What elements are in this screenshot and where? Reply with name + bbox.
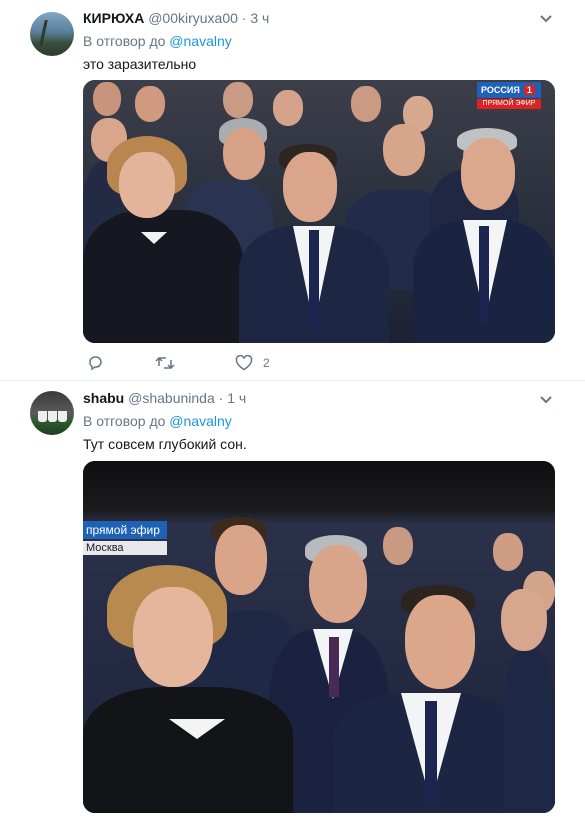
reply-mention-link[interactable]: @navalny: [169, 413, 231, 429]
photo-face: [383, 527, 413, 565]
tv-channel-logo: РОССИЯ 1 ПРЯМОЙ ЭФИР: [477, 82, 541, 112]
display-name[interactable]: КИРЮХА: [83, 10, 144, 26]
tv-broadcast-banner: прямой эфир Москва: [83, 521, 167, 555]
display-name[interactable]: shabu: [83, 390, 124, 406]
photo-tie: [309, 230, 319, 330]
tweet-header: shabu @shabuninda · 1 ч: [83, 390, 246, 408]
separator: ·: [218, 390, 224, 406]
retweet-icon: [155, 355, 175, 371]
photo-face: [493, 533, 523, 571]
photo-face: [405, 595, 475, 689]
separator: ·: [241, 10, 247, 26]
photo-face: [501, 589, 547, 651]
photo-face: [133, 587, 213, 687]
photo-face: [93, 82, 121, 116]
tweet-media-image[interactable]: прямой эфир Москва: [83, 461, 555, 813]
photo-tie: [329, 637, 339, 697]
live-label: ПРЯМОЙ ЭФИР: [477, 99, 541, 109]
caret-down-icon[interactable]: [539, 14, 553, 24]
reply-mention-link[interactable]: @navalny: [169, 33, 231, 49]
tweet: КИРЮХА @00kiryuxa00 · 3 ч В отговор до @…: [0, 0, 585, 380]
user-handle[interactable]: @shabuninda: [128, 390, 215, 406]
like-icon: [235, 355, 253, 371]
photo-face: [351, 86, 381, 122]
channel-number: 1: [523, 85, 535, 95]
avatar[interactable]: [30, 12, 74, 56]
cup-icon: [58, 411, 67, 422]
tweet: shabu @shabuninda · 1 ч В отговор до @na…: [0, 381, 585, 823]
tweet-header: КИРЮХА @00kiryuxa00 · 3 ч: [83, 10, 269, 28]
tweet-text: это заразительно: [83, 56, 197, 72]
photo-face: [215, 525, 267, 595]
reply-prefix: В отговор до: [83, 33, 166, 49]
caret-down-icon[interactable]: [539, 395, 553, 405]
photo-face: [119, 152, 175, 218]
live-label: прямой эфир: [83, 521, 167, 539]
reply-button[interactable]: [87, 353, 113, 373]
user-handle[interactable]: @00kiryuxa00: [148, 10, 238, 26]
photo-dress: [83, 210, 243, 343]
like-button[interactable]: 2: [235, 353, 270, 373]
timestamp[interactable]: 3 ч: [250, 10, 269, 26]
photo-face: [223, 82, 253, 118]
photo-face: [461, 138, 515, 210]
photo-face: [223, 128, 265, 180]
cup-icon: [48, 411, 57, 422]
audience-photo: [83, 80, 555, 343]
audience-photo: [83, 461, 555, 813]
photo-face: [383, 124, 425, 176]
reply-icon: [87, 355, 103, 371]
retweet-button[interactable]: [155, 353, 185, 373]
photo-suit: [503, 651, 555, 813]
photo-face: [283, 152, 337, 222]
tweet-actions: 2: [83, 353, 483, 375]
photo-tie: [425, 701, 437, 805]
photo-dress: [83, 687, 293, 813]
channel-name: РОССИЯ: [481, 85, 520, 95]
photo-face: [135, 86, 165, 122]
timestamp[interactable]: 1 ч: [227, 390, 246, 406]
photo-face: [273, 90, 303, 126]
reply-context: В отговор до @navalny: [83, 33, 232, 49]
photo-tie: [479, 226, 489, 322]
cup-icon: [38, 411, 47, 422]
photo-face: [309, 545, 367, 623]
city-label: Москва: [83, 541, 167, 555]
reply-prefix: В отговор до: [83, 413, 166, 429]
avatar[interactable]: [30, 391, 74, 435]
tweet-media-image[interactable]: РОССИЯ 1 ПРЯМОЙ ЭФИР: [83, 80, 555, 343]
reply-context: В отговор до @navalny: [83, 413, 232, 429]
palm-tree-icon: [39, 20, 68, 46]
tweet-text: Тут совсем глубокий сон.: [83, 436, 247, 452]
like-count: 2: [263, 356, 270, 370]
